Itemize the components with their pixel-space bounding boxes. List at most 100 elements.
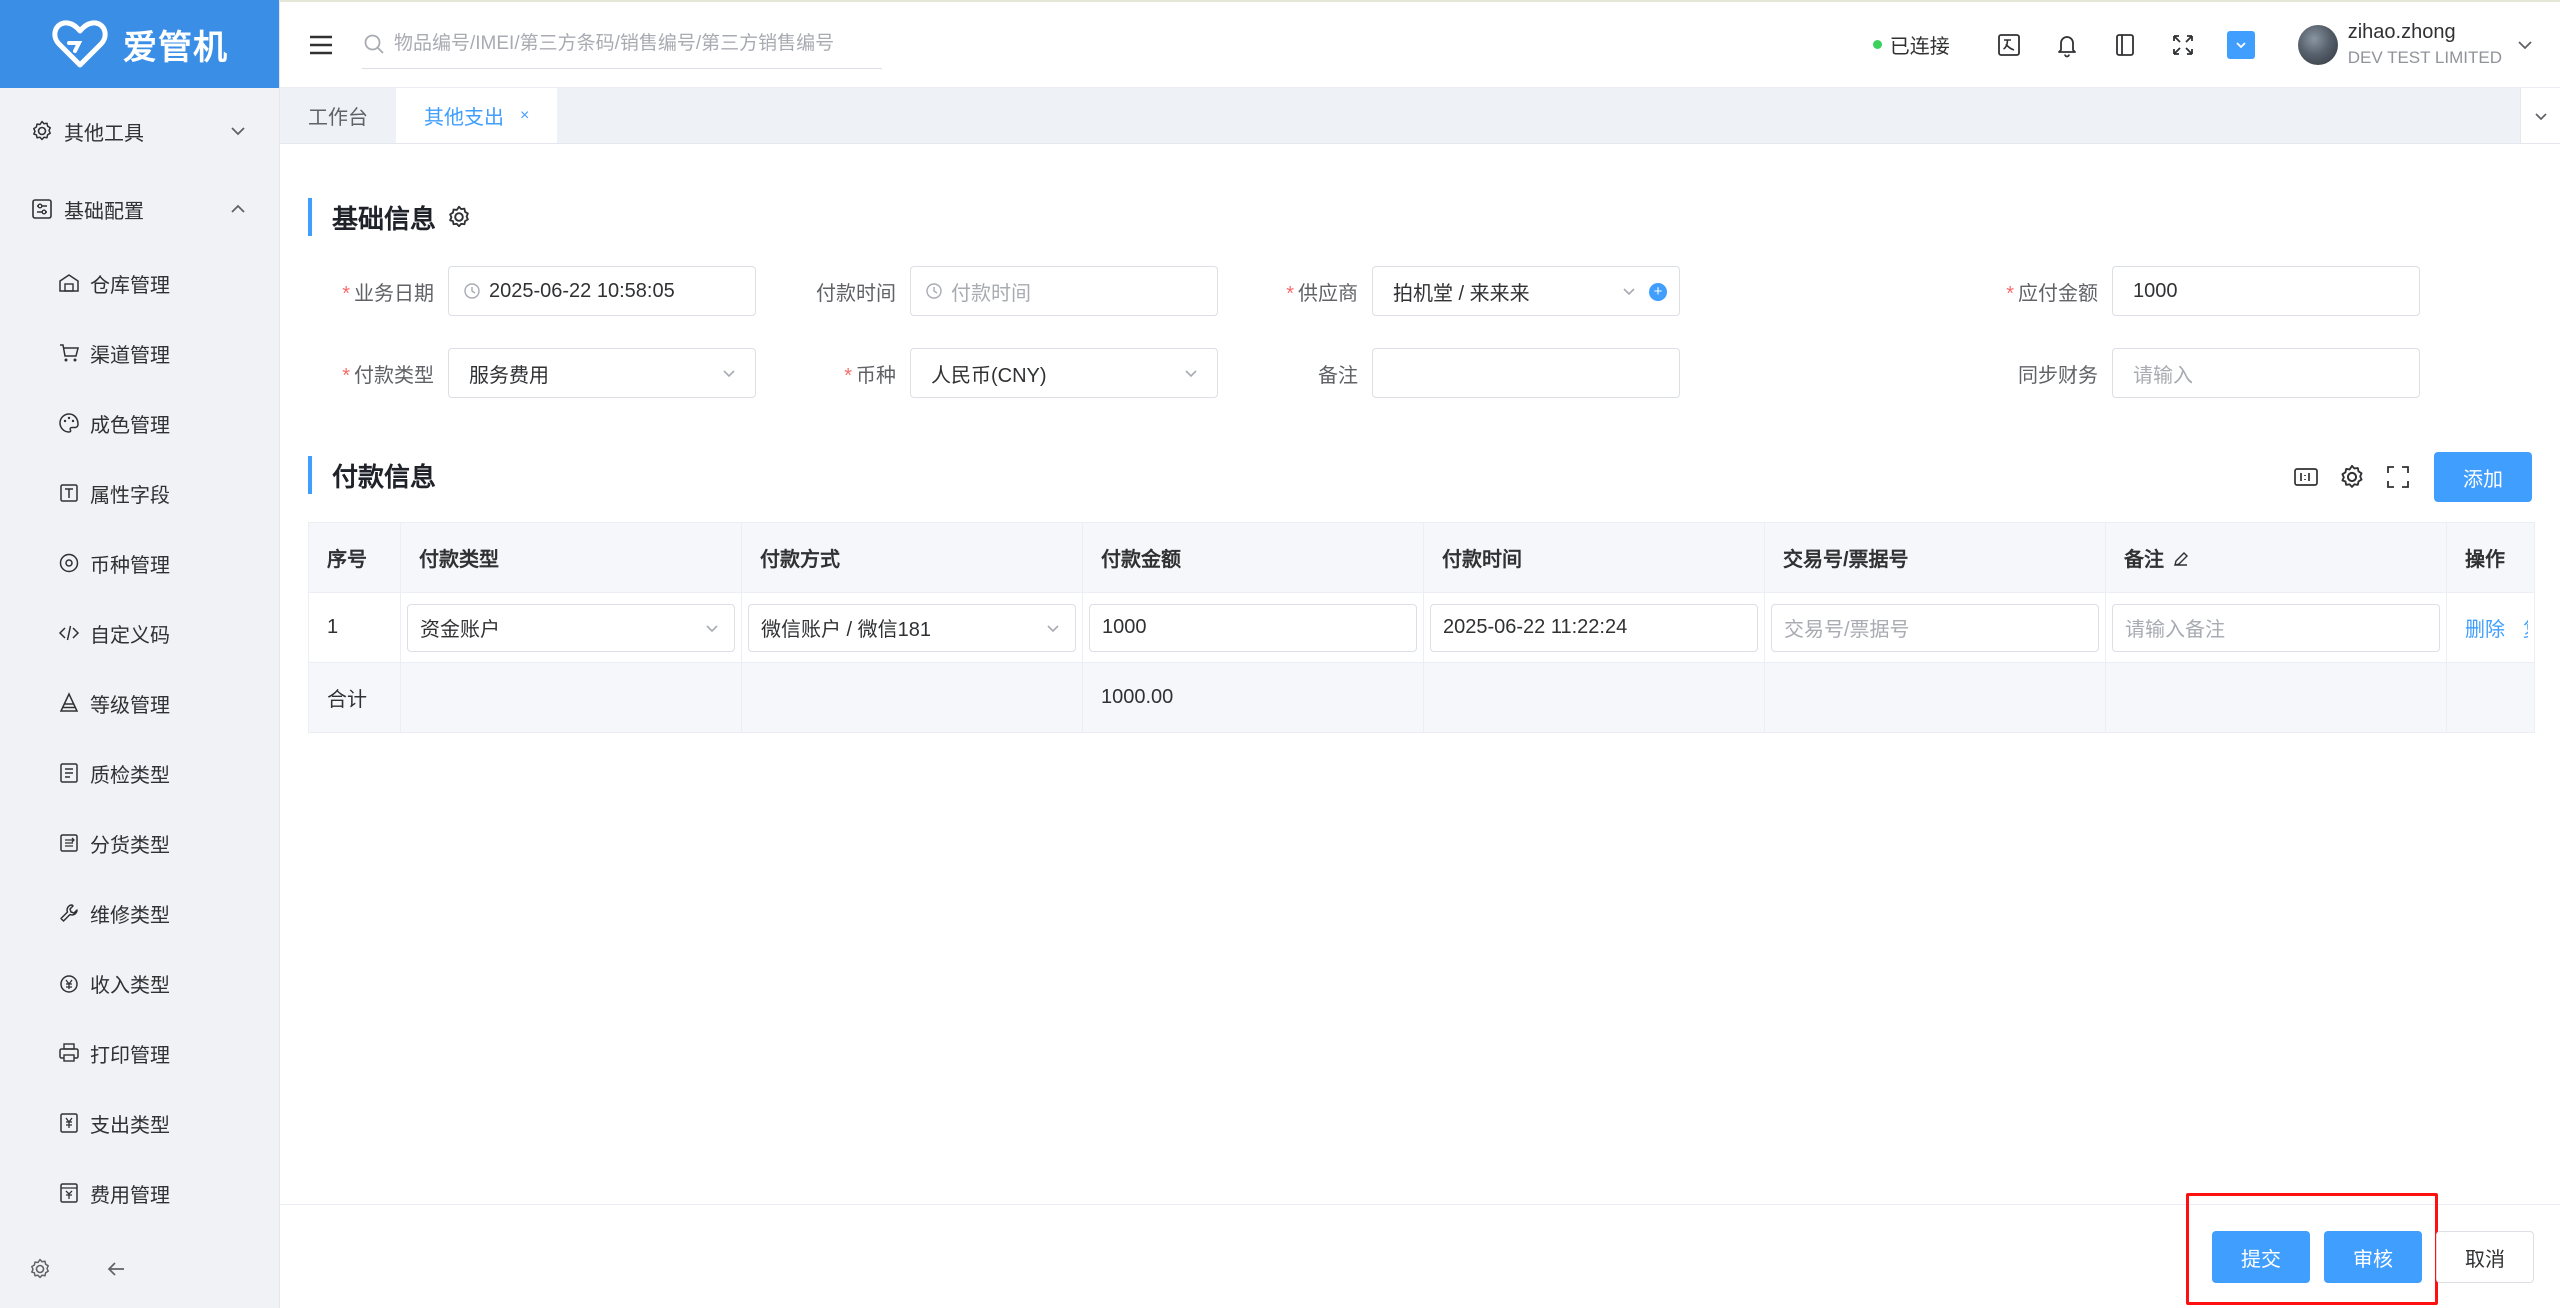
sidebar-item-attribute-field[interactable]: 属性字段 (0, 458, 279, 528)
field-label: 供应商 (1298, 282, 1358, 305)
audit-button[interactable]: 审核 (2324, 1231, 2422, 1283)
search-input[interactable] (394, 22, 882, 66)
sidebar-item-label: 支出类型 (90, 1114, 170, 1137)
sidebar-item-label: 币种管理 (90, 554, 170, 577)
tab-bar: 工作台 其他支出 × (280, 88, 2560, 144)
biz-date-input[interactable]: 2025-06-22 10:58:05 (448, 266, 756, 316)
sync-finance-input[interactable]: 请输入 (2112, 348, 2420, 398)
row-index: 1 (308, 592, 401, 663)
field-label: 付款类型 (354, 364, 434, 387)
gear-icon[interactable] (446, 204, 472, 230)
status-dot (1872, 40, 1882, 49)
row-pay-type-select[interactable]: 资金账户 (407, 603, 735, 652)
row-amount-input[interactable]: 1000 (1089, 603, 1417, 652)
user-company: DEV TEST LIMITED (2347, 47, 2502, 67)
tabs-more-button[interactable] (2520, 88, 2560, 143)
sidebar-item-allocation-type[interactable]: 分货类型 (0, 808, 279, 878)
sidebar-item-currency[interactable]: 币种管理 (0, 528, 279, 598)
sidebar-group-basic-config[interactable]: 基础配置 (0, 170, 279, 248)
submit-button[interactable]: 提交 (2212, 1231, 2310, 1283)
brand-name: 爱管机 (123, 28, 228, 67)
tab-workbench[interactable]: 工作台 (280, 88, 396, 143)
sidebar-item-channel[interactable]: 渠道管理 (0, 318, 279, 388)
currency-select[interactable]: 人民币(CNY) (910, 348, 1218, 398)
dropdown-toggle[interactable] (2226, 30, 2255, 59)
row-pay-method-select[interactable]: 微信账户 / 微信181 (748, 603, 1076, 652)
sidebar-item-qc-type[interactable]: 质检类型 (0, 738, 279, 808)
column-header-remark: 备注 (2105, 522, 2447, 593)
close-icon[interactable]: × (520, 107, 529, 125)
chevron-down-icon (706, 624, 718, 632)
sidebar-item-warehouse[interactable]: 仓库管理 (0, 248, 279, 318)
user-info[interactable]: zihao.zhong DEV TEST LIMITED (2348, 19, 2502, 71)
row-pay-time-input[interactable]: 2025-06-22 11:22:24 (1430, 603, 1758, 652)
avatar[interactable] (2297, 24, 2338, 65)
column-header: 付款方式 (741, 522, 1083, 593)
tab-other-expense[interactable]: 其他支出 × (396, 88, 558, 143)
pyramid-icon (59, 692, 79, 712)
printer-icon (59, 1043, 79, 1062)
delete-link[interactable]: 删除 (2465, 613, 2505, 642)
sidebar-item-label: 渠道管理 (90, 344, 170, 367)
chevron-down-icon[interactable] (2514, 34, 2536, 56)
notebook-icon[interactable] (2111, 31, 2139, 59)
biz-date-value: 2025-06-22 10:58:05 (489, 279, 675, 302)
coin-icon (59, 553, 79, 573)
brand-logo[interactable]: 爱管机 (0, 0, 279, 88)
sidebar-item-repair-type[interactable]: 维修类型 (0, 878, 279, 948)
bell-icon[interactable] (2053, 31, 2081, 59)
fullscreen-icon[interactable] (2169, 31, 2197, 59)
code-icon (58, 625, 80, 641)
section-basic-info: 基础信息 (308, 198, 472, 236)
sidebar-item-label: 维修类型 (90, 904, 170, 927)
row-txn-input[interactable]: 交易号/票据号 (1771, 603, 2099, 652)
remark-input[interactable] (1372, 348, 1680, 398)
edit-icon[interactable] (2172, 550, 2190, 568)
sidebar-item-print[interactable]: 打印管理 (0, 1018, 279, 1088)
cancel-button[interactable]: 取消 (2436, 1231, 2534, 1283)
sidebar-item-custom-code[interactable]: 自定义码 (0, 598, 279, 668)
pay-type-select[interactable]: 服务费用 (448, 348, 756, 398)
field-label: 业务日期 (354, 282, 434, 305)
sidebar-item-expense-type[interactable]: 支出类型 (0, 1088, 279, 1158)
field-label: 币种 (856, 364, 896, 387)
supplier-select[interactable]: 拍机堂 / 来来来 + (1372, 266, 1680, 316)
translate-icon[interactable] (1995, 31, 2023, 59)
table-header-row: 序号 付款类型 付款方式 付款金额 付款时间 交易号/票据号 备注 操作 (308, 522, 2535, 593)
sidebar-item-label: 费用管理 (90, 1184, 170, 1207)
density-icon[interactable] (2292, 463, 2320, 491)
sidebar-item-label: 自定义码 (90, 624, 170, 647)
amount-due-input[interactable]: 1000 (2112, 266, 2420, 316)
sidebar-item-condition[interactable]: 成色管理 (0, 388, 279, 458)
gear-icon[interactable] (2338, 463, 2366, 491)
hamburger-menu-icon[interactable] (306, 30, 336, 60)
header-actions: 已连接 zihao.zhong DEV TEST LIMITED (1872, 2, 2560, 87)
expense-icon (60, 1113, 78, 1133)
chevron-down-icon (2534, 112, 2547, 120)
money-bag-icon (60, 975, 78, 993)
add-supplier-icon[interactable]: + (1649, 283, 1667, 301)
collapse-arrow-icon[interactable] (104, 1257, 128, 1281)
sidebar-item-label: 分货类型 (90, 834, 170, 857)
sidebar-item-level[interactable]: 等级管理 (0, 668, 279, 738)
sidebar-item-fee[interactable]: 费用管理 (0, 1158, 279, 1228)
column-header: 付款金额 (1082, 522, 1424, 593)
copy-link[interactable]: 复 (2523, 613, 2528, 642)
sidebar-item-income-type[interactable]: 收入类型 (0, 948, 279, 1018)
tab-label: 其他支出 (424, 107, 504, 129)
global-search (362, 21, 882, 69)
connection-status-text: 已连接 (1889, 36, 1950, 58)
chevron-down-icon (1185, 370, 1197, 378)
column-header: 序号 (308, 522, 401, 593)
supplier-value: 拍机堂 / 来来来 (1393, 282, 1530, 305)
pay-time-input[interactable]: 付款时间 (910, 266, 1218, 316)
section-title: 付款信息 (332, 461, 437, 492)
sidebar-group-other-tools[interactable]: 其他工具 (0, 92, 279, 170)
fullscreen-icon[interactable] (2384, 463, 2412, 491)
payment-table: 序号 付款类型 付款方式 付款金额 付款时间 交易号/票据号 备注 操作 1 资… (308, 522, 2535, 733)
add-payment-button[interactable]: 添加 (2434, 452, 2532, 502)
row-actions: 删除 复 (2453, 613, 2528, 642)
settings-icon[interactable] (28, 1257, 52, 1281)
section-title: 基础信息 (332, 203, 437, 234)
row-remark-input[interactable]: 请输入备注 (2112, 603, 2440, 652)
